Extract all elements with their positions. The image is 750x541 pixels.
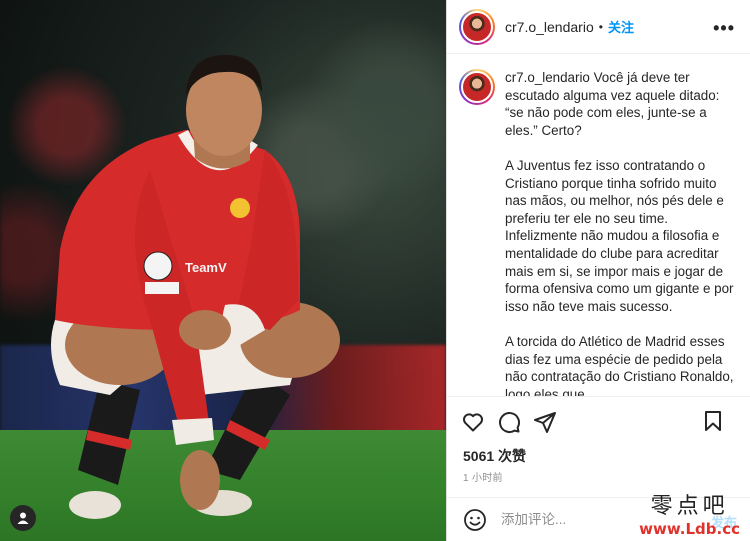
caption-avatar[interactable] [459, 69, 495, 105]
player-figure: TeamV [51, 55, 340, 519]
share-icon[interactable] [533, 410, 557, 434]
post-timestamp[interactable]: 1 小时前 [463, 469, 503, 484]
post-comment-button[interactable]: 发布 [711, 512, 737, 531]
heart-icon[interactable] [461, 410, 485, 434]
post-photo[interactable]: TeamV [0, 0, 446, 541]
caption-username[interactable]: cr7.o_lendario [505, 70, 590, 85]
follow-button[interactable]: 关注 [608, 17, 634, 36]
header-separator: • [598, 19, 603, 34]
comment-input[interactable] [501, 512, 681, 527]
emoji-icon[interactable] [463, 508, 487, 532]
caption-text: cr7.o_lendario Você já deve ter escutado… [505, 69, 737, 396]
comment-icon[interactable] [497, 410, 521, 434]
header-username[interactable]: cr7.o_lendario [505, 19, 594, 35]
post-side-panel: cr7.o_lendario • 关注 ••• cr7.o_lendario V… [446, 0, 750, 541]
caption-section: cr7.o_lendario Você já deve ter escutado… [447, 55, 750, 396]
more-options-button[interactable]: ••• [713, 18, 735, 39]
comment-bar: 发布 [447, 497, 750, 541]
bookmark-icon[interactable] [701, 409, 725, 433]
like-count[interactable]: 5061 次赞 [463, 446, 526, 466]
user-tag-icon [17, 512, 29, 524]
post-header: cr7.o_lendario • 关注 ••• [447, 0, 750, 54]
avatar[interactable] [459, 8, 495, 45]
tag-user-button[interactable] [10, 505, 36, 531]
action-bar [447, 396, 750, 446]
caption-paragraph-2: A Juventus fez isso contratando o Cristi… [505, 157, 734, 314]
caption-paragraph-3: A torcida do Atlético de Madrid esses di… [505, 333, 734, 396]
svg-text:TeamV: TeamV [185, 260, 227, 275]
